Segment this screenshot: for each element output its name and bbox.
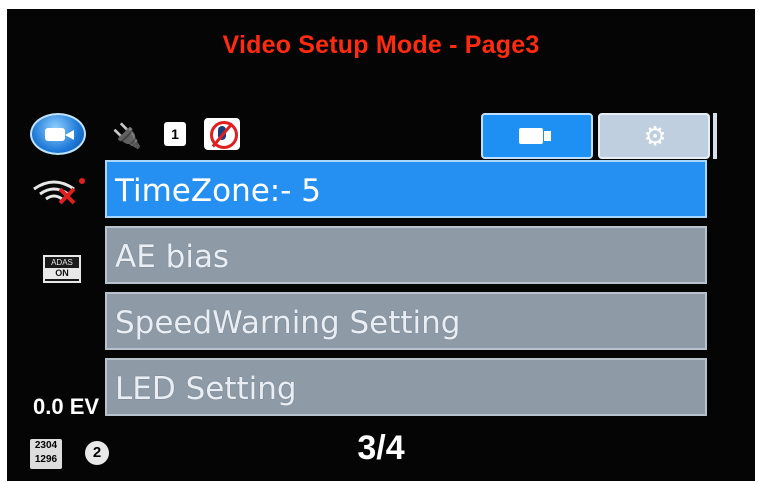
mic-muted-icon <box>204 118 240 150</box>
tab-scroll-edge <box>713 113 717 159</box>
adas-label: ADAS <box>51 258 73 267</box>
adas-status-icon: ADAS ON <box>43 255 81 283</box>
gear-icon: ⚙ <box>643 122 667 152</box>
exposure-value: 0.0 EV <box>33 394 100 419</box>
settings-menu: TimeZone:- 5 AE bias SpeedWarning Settin… <box>105 160 707 424</box>
adas-state: ON <box>45 268 79 279</box>
video-mode-icon <box>30 113 86 155</box>
tab-video[interactable] <box>481 113 593 159</box>
page-indicator: 3/4 <box>357 429 405 467</box>
power-plug-icon: 🔌 <box>112 122 142 150</box>
camera-screen: Video Setup Mode - Page3 🔌 1 ⚙ ADAS ON 0… <box>7 9 755 481</box>
page-title: Video Setup Mode - Page3 <box>222 31 540 59</box>
sd-card-icon: 1 <box>164 122 186 146</box>
menu-item-ae-bias[interactable]: AE bias <box>105 226 707 284</box>
menu-item-speed-warning[interactable]: SpeedWarning Setting <box>105 292 707 350</box>
wifi-off-icon <box>33 178 85 205</box>
tab-settings[interactable]: ⚙ <box>598 113 710 159</box>
menu-item-timezone[interactable]: TimeZone:- 5 <box>105 160 707 218</box>
menu-item-led-setting[interactable]: LED Setting <box>105 358 707 416</box>
